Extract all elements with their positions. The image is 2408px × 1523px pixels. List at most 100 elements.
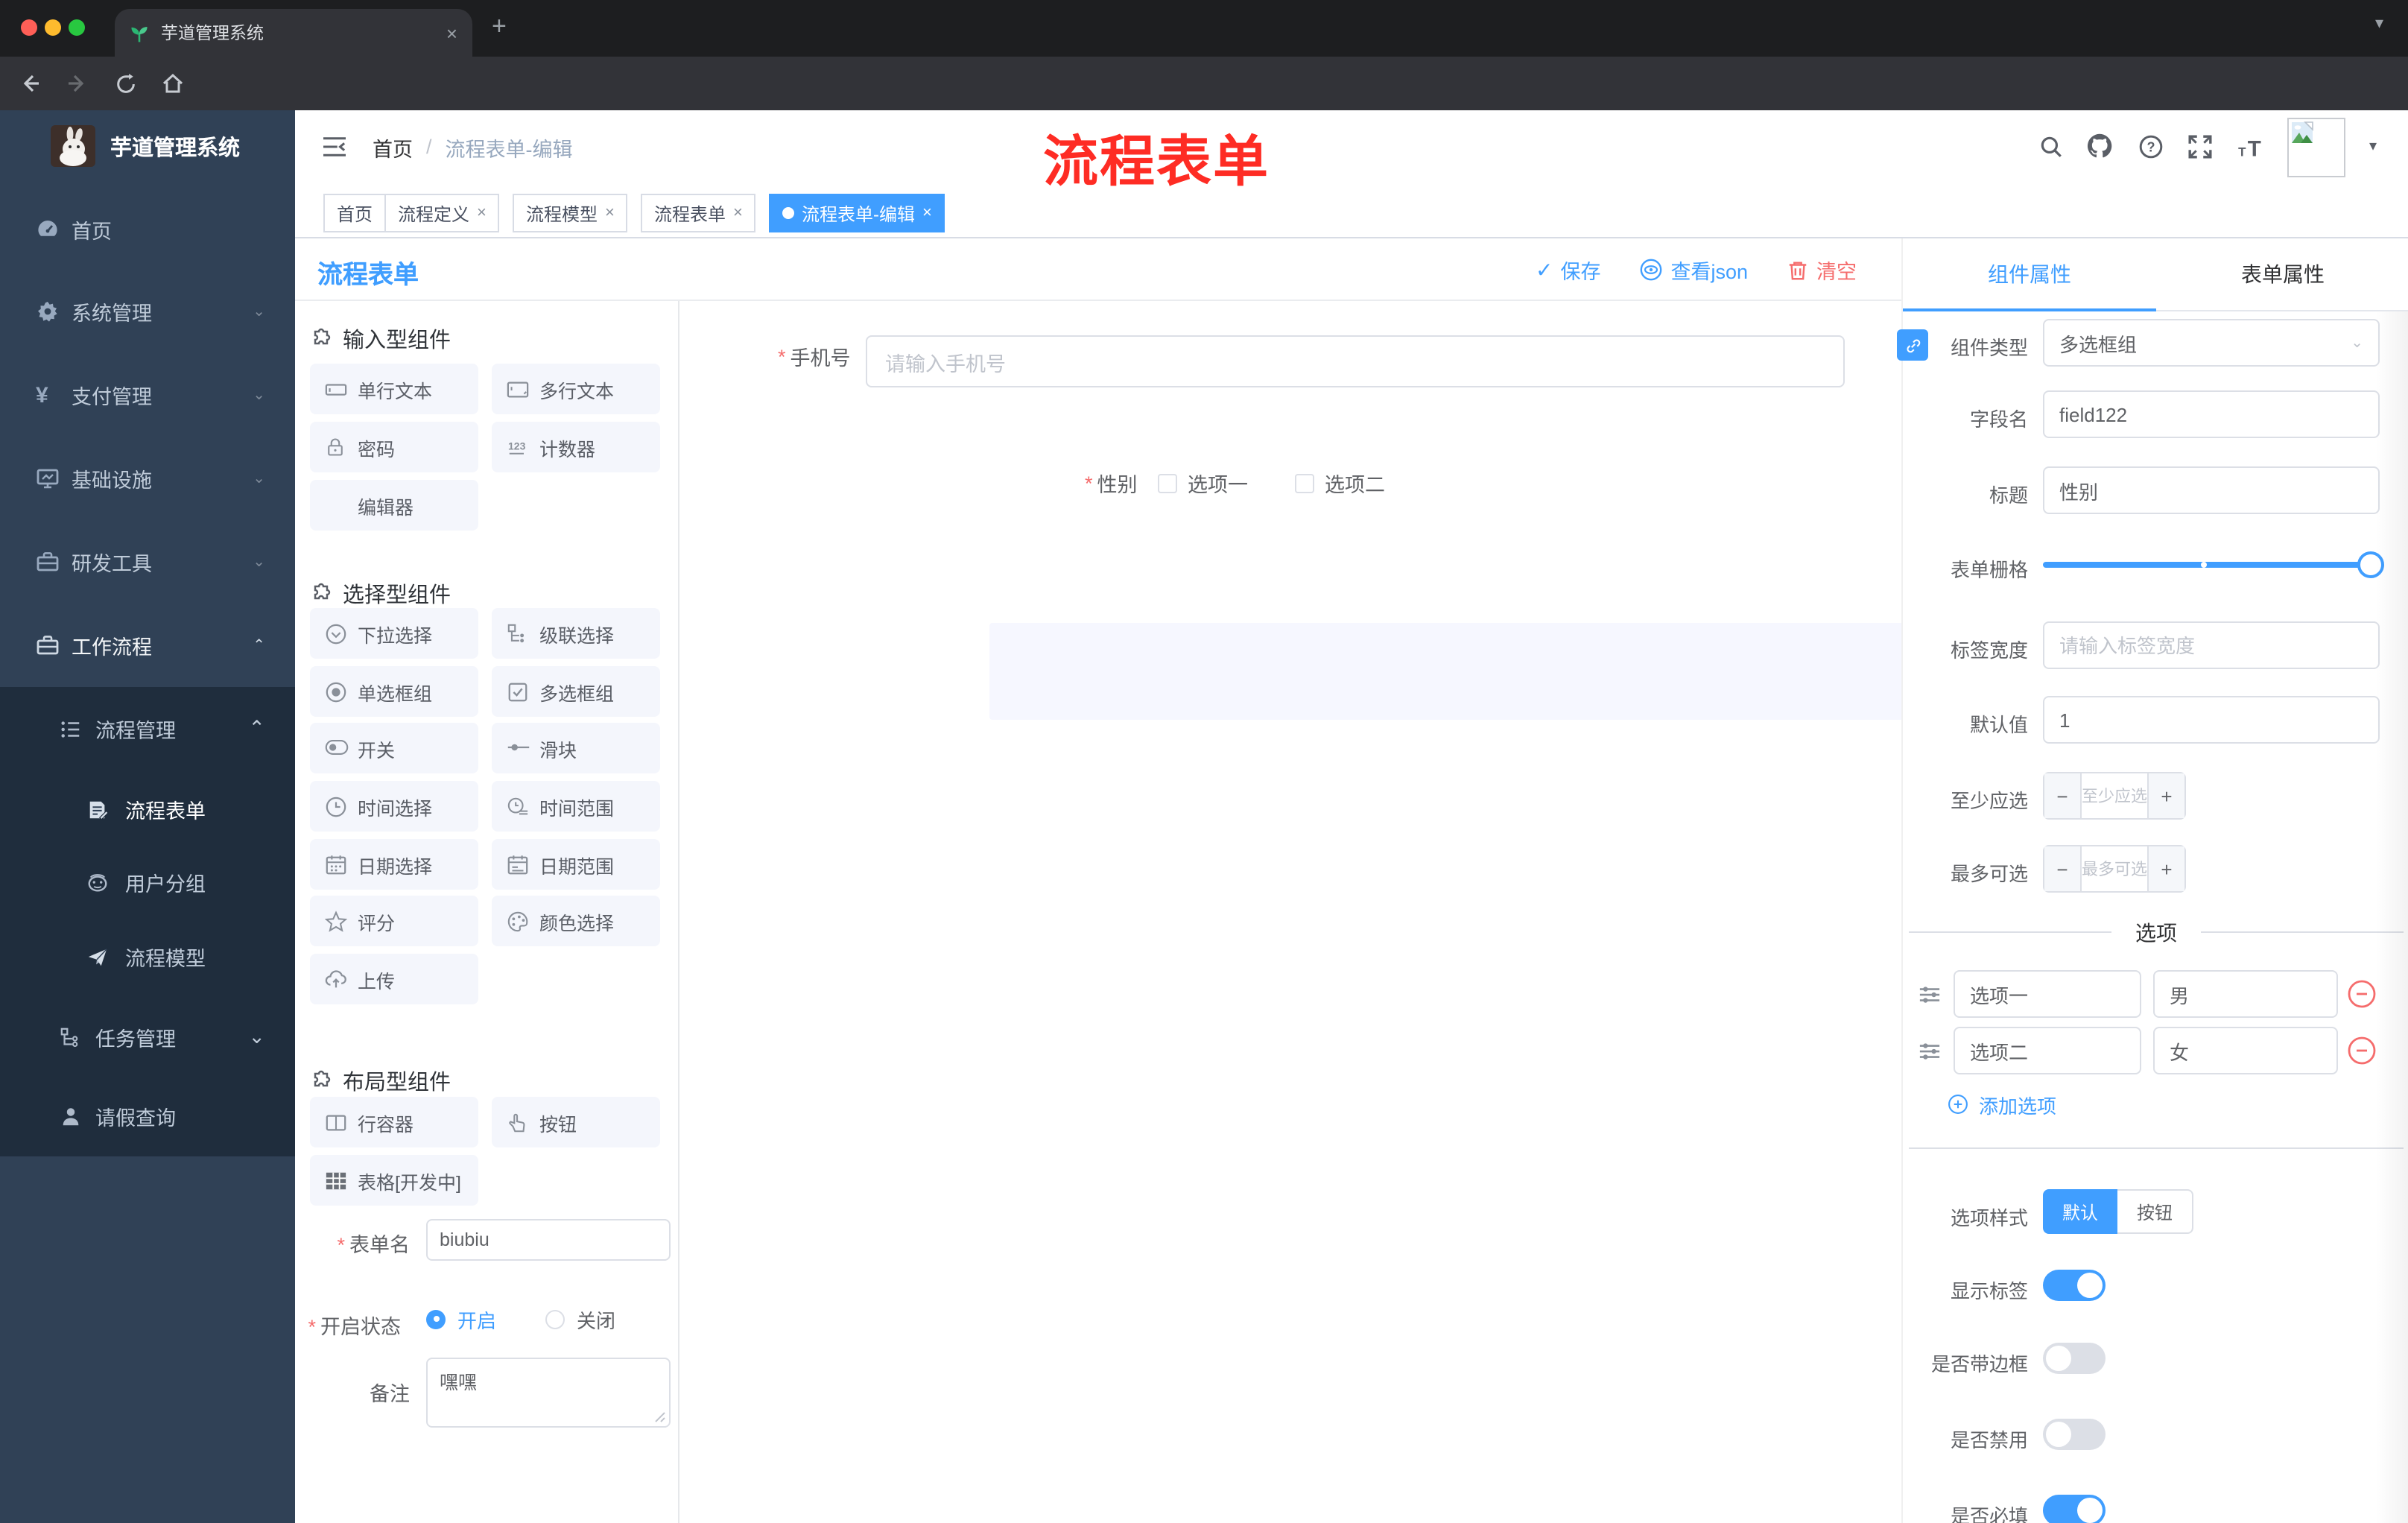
sidebar-item-payment[interactable]: ¥ 支付管理 ⌄ bbox=[0, 353, 295, 437]
github-icon[interactable] bbox=[2086, 133, 2113, 159]
form-name-input[interactable] bbox=[426, 1219, 671, 1261]
gender-option-1[interactable]: 选项一 bbox=[1158, 468, 1248, 498]
grid-slider-track[interactable] bbox=[2043, 551, 2384, 578]
breadcrumb-home[interactable]: 首页 bbox=[373, 132, 413, 162]
title-input[interactable] bbox=[2043, 466, 2380, 514]
palette-item-row-container[interactable]: 行容器 bbox=[310, 1097, 478, 1147]
remove-option1-button[interactable] bbox=[2347, 979, 2377, 1009]
palette-item-single-text[interactable]: 单行文本 bbox=[310, 364, 478, 414]
gender-option-2[interactable]: 选项二 bbox=[1295, 468, 1385, 498]
stepper-value[interactable]: 最多可选 bbox=[2080, 846, 2149, 891]
sidebar-item-process-manage[interactable]: 流程管理 ⌃ bbox=[0, 691, 295, 766]
tag-process-definition[interactable]: 流程定义 × bbox=[384, 194, 500, 232]
resize-handle-icon[interactable] bbox=[654, 1411, 666, 1423]
border-switch[interactable] bbox=[2043, 1343, 2106, 1374]
remove-option2-button[interactable] bbox=[2347, 1036, 2377, 1066]
palette-item-date[interactable]: 日期选择 bbox=[310, 839, 478, 890]
palette-item-password[interactable]: 密码 bbox=[310, 422, 478, 472]
stepper-minus-button[interactable]: − bbox=[2044, 773, 2080, 818]
min-select-stepper[interactable]: − 至少应选 + bbox=[2043, 772, 2186, 820]
component-type-select[interactable]: 多选框组 ⌄ bbox=[2043, 319, 2380, 367]
sidebar-item-workflow[interactable]: 工作流程 ⌃ bbox=[0, 604, 295, 687]
show-label-switch[interactable] bbox=[2043, 1270, 2106, 1301]
palette-item-radio-group[interactable]: 单选框组 bbox=[310, 666, 478, 717]
option1-label-input[interactable] bbox=[1954, 970, 2141, 1018]
palette-item-switch[interactable]: 开关 bbox=[310, 723, 478, 773]
palette-item-select[interactable]: 下拉选择 bbox=[310, 608, 478, 659]
sidebar-item-process-model[interactable]: 流程模型 bbox=[0, 919, 295, 994]
option1-value-input[interactable] bbox=[2153, 970, 2338, 1018]
view-json-button[interactable]: 查看json bbox=[1639, 255, 1748, 285]
required-switch[interactable] bbox=[2043, 1495, 2106, 1523]
search-icon[interactable] bbox=[2038, 134, 2064, 159]
browser-tab[interactable]: 芋道管理系统 × bbox=[115, 9, 472, 57]
default-value-input[interactable] bbox=[2043, 696, 2380, 744]
home-button[interactable] bbox=[152, 63, 194, 104]
fullscreen-icon[interactable] bbox=[2187, 134, 2213, 159]
tag-process-form-edit[interactable]: 流程表单-编辑 × bbox=[769, 194, 945, 232]
palette-item-button[interactable]: 按钮 bbox=[492, 1097, 660, 1147]
style-button-button[interactable]: 按钮 bbox=[2117, 1189, 2194, 1234]
remark-textarea[interactable]: 嘿嘿 bbox=[426, 1358, 671, 1428]
style-default-button[interactable]: 默认 bbox=[2043, 1189, 2118, 1234]
clear-button[interactable]: 清空 bbox=[1787, 255, 1857, 285]
avatar[interactable] bbox=[2287, 118, 2345, 177]
sidebar-item-process-form[interactable]: 流程表单 bbox=[0, 772, 295, 846]
tag-home[interactable]: 首页 bbox=[323, 194, 387, 232]
stepper-value[interactable]: 至少应选 bbox=[2080, 773, 2149, 818]
tag-close-icon[interactable]: × bbox=[922, 204, 932, 222]
palette-item-color[interactable]: 颜色选择 bbox=[492, 896, 660, 946]
tag-process-model[interactable]: 流程模型 × bbox=[513, 194, 628, 232]
palette-item-checkbox-group[interactable]: 多选框组 bbox=[492, 666, 660, 717]
avatar-caret-icon[interactable]: ▾ bbox=[2369, 139, 2377, 155]
option-drag-handle[interactable] bbox=[1918, 1040, 1942, 1063]
status-radio-on[interactable]: 开启 bbox=[426, 1301, 496, 1337]
font-size-icon[interactable]: TT bbox=[2237, 134, 2265, 159]
palette-item-time-range[interactable]: 时间范围 bbox=[492, 781, 660, 832]
tab-close-icon[interactable]: × bbox=[446, 22, 457, 44]
tab-search-caret-icon[interactable]: ▾ bbox=[2375, 13, 2383, 33]
window-zoom-button[interactable] bbox=[69, 19, 85, 36]
window-close-button[interactable] bbox=[21, 19, 37, 36]
palette-item-time[interactable]: 时间选择 bbox=[310, 781, 478, 832]
checkbox-icon[interactable] bbox=[1158, 473, 1177, 493]
sidebar-logo[interactable]: 芋道管理系统 bbox=[51, 119, 240, 173]
sidebar-item-user-group[interactable]: 用户分组 bbox=[0, 845, 295, 919]
option2-value-input[interactable] bbox=[2153, 1027, 2338, 1074]
sidebar-item-leave-query[interactable]: 请假查询 bbox=[0, 1079, 295, 1153]
sidebar-item-devtools[interactable]: 研发工具 ⌄ bbox=[0, 520, 295, 604]
palette-item-rate[interactable]: 评分 bbox=[310, 896, 478, 946]
form-canvas[interactable]: * 手机号 请输入手机号 * 性别 选项一 选项二 bbox=[679, 301, 2149, 1523]
sidebar-item-home[interactable]: 首页 bbox=[0, 188, 295, 271]
palette-item-table[interactable]: 表格[开发中] bbox=[310, 1155, 478, 1206]
reload-button[interactable] bbox=[104, 63, 146, 104]
palette-item-counter[interactable]: 123 计数器 bbox=[492, 422, 660, 472]
option-drag-handle[interactable] bbox=[1918, 984, 1942, 1006]
disabled-switch[interactable] bbox=[2043, 1419, 2106, 1450]
sidebar-item-infrastructure[interactable]: 基础设施 ⌄ bbox=[0, 437, 295, 520]
help-icon[interactable]: ? bbox=[2138, 134, 2164, 159]
field-name-input[interactable] bbox=[2043, 390, 2380, 438]
window-minimize-button[interactable] bbox=[45, 19, 61, 36]
option2-label-input[interactable] bbox=[1954, 1027, 2141, 1074]
palette-item-slider[interactable]: 滑块 bbox=[492, 723, 660, 773]
tab-form-props[interactable]: 表单属性 bbox=[2156, 238, 2408, 310]
palette-item-multi-text[interactable]: 多行文本 bbox=[492, 364, 660, 414]
save-button[interactable]: ✓ 保存 bbox=[1536, 255, 1600, 285]
forward-button[interactable] bbox=[57, 63, 98, 104]
palette-item-upload[interactable]: 上传 bbox=[310, 954, 478, 1004]
new-tab-button[interactable]: + bbox=[492, 12, 507, 42]
tag-close-icon[interactable]: × bbox=[477, 204, 487, 222]
label-width-input[interactable] bbox=[2043, 621, 2380, 669]
palette-item-editor[interactable]: 编辑器 bbox=[310, 480, 478, 531]
sidebar-item-system[interactable]: 系统管理 ⌄ bbox=[0, 270, 295, 353]
status-radio-off[interactable]: 关闭 bbox=[545, 1301, 615, 1337]
stepper-minus-button[interactable]: − bbox=[2044, 846, 2080, 891]
stepper-plus-button[interactable]: + bbox=[2149, 773, 2184, 818]
tag-close-icon[interactable]: × bbox=[733, 204, 743, 222]
tag-process-form[interactable]: 流程表单 × bbox=[641, 194, 756, 232]
sidebar-collapse-button[interactable] bbox=[322, 136, 347, 158]
stepper-plus-button[interactable]: + bbox=[2149, 846, 2184, 891]
back-button[interactable] bbox=[9, 63, 51, 104]
palette-item-date-range[interactable]: 日期范围 bbox=[492, 839, 660, 890]
